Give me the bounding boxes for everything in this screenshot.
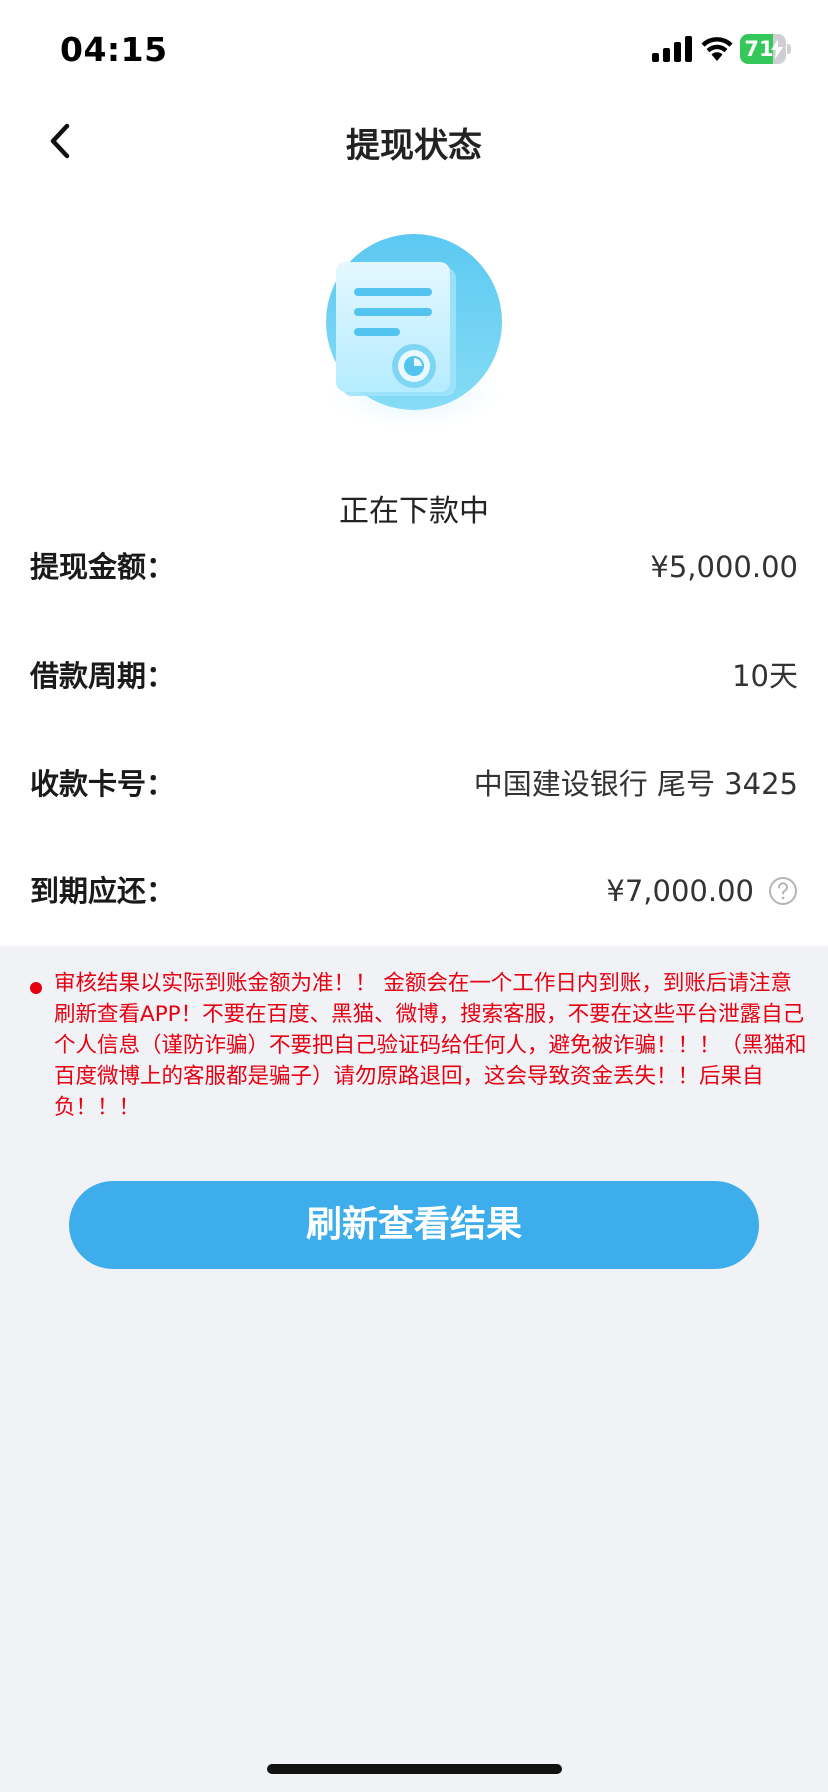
- battery-cap: [787, 44, 791, 54]
- loan-period-value: 10天: [732, 659, 798, 693]
- cellular-signal-icon: [652, 36, 692, 62]
- withdraw-status-page: 04:15 71 提现状态 正在下款中 提现金额： ¥5,000.00 借款周期…: [0, 0, 828, 1792]
- wifi-icon: [701, 37, 733, 61]
- battery-body: 71: [740, 34, 786, 64]
- nav-bar: 提现状态: [0, 96, 828, 184]
- card-number-value: 中国建设银行 尾号 3425: [473, 767, 798, 801]
- question-circle-icon[interactable]: [768, 876, 798, 906]
- warning-notice-text: 审核结果以实际到账金额为准！！ 金额会在一个工作日内到账，到账后请注意刷新查看A…: [54, 971, 807, 1120]
- battery-indicator: 71: [740, 34, 792, 64]
- status-text: 正在下款中: [339, 494, 489, 529]
- document-clock-icon: [314, 234, 514, 434]
- withdraw-amount-label: 提现金额：: [30, 550, 176, 584]
- card-number-row: 收款卡号： 中国建设银行 尾号 3425: [30, 759, 798, 809]
- refresh-result-button[interactable]: 刷新查看结果: [69, 1181, 759, 1269]
- status-bar: 04:15 71: [0, 0, 828, 96]
- card-number-label: 收款卡号：: [30, 767, 176, 801]
- loan-period-row: 借款周期： 10天: [30, 651, 798, 701]
- due-amount-value: ¥7,000.00: [606, 874, 754, 908]
- loan-period-label: 借款周期：: [30, 659, 176, 693]
- home-indicator: [267, 1764, 562, 1774]
- bullet-dot-icon: [30, 982, 42, 994]
- withdraw-amount-value: ¥5,000.00: [650, 550, 798, 584]
- charging-bolt-icon: [771, 39, 783, 59]
- withdraw-amount-row: 提现金额： ¥5,000.00: [30, 542, 798, 592]
- page-title: 提现状态: [346, 126, 482, 166]
- due-amount-label: 到期应还：: [30, 874, 176, 908]
- status-time: 04:15: [60, 30, 168, 69]
- due-amount-row: 到期应还： ¥7,000.00: [30, 866, 798, 916]
